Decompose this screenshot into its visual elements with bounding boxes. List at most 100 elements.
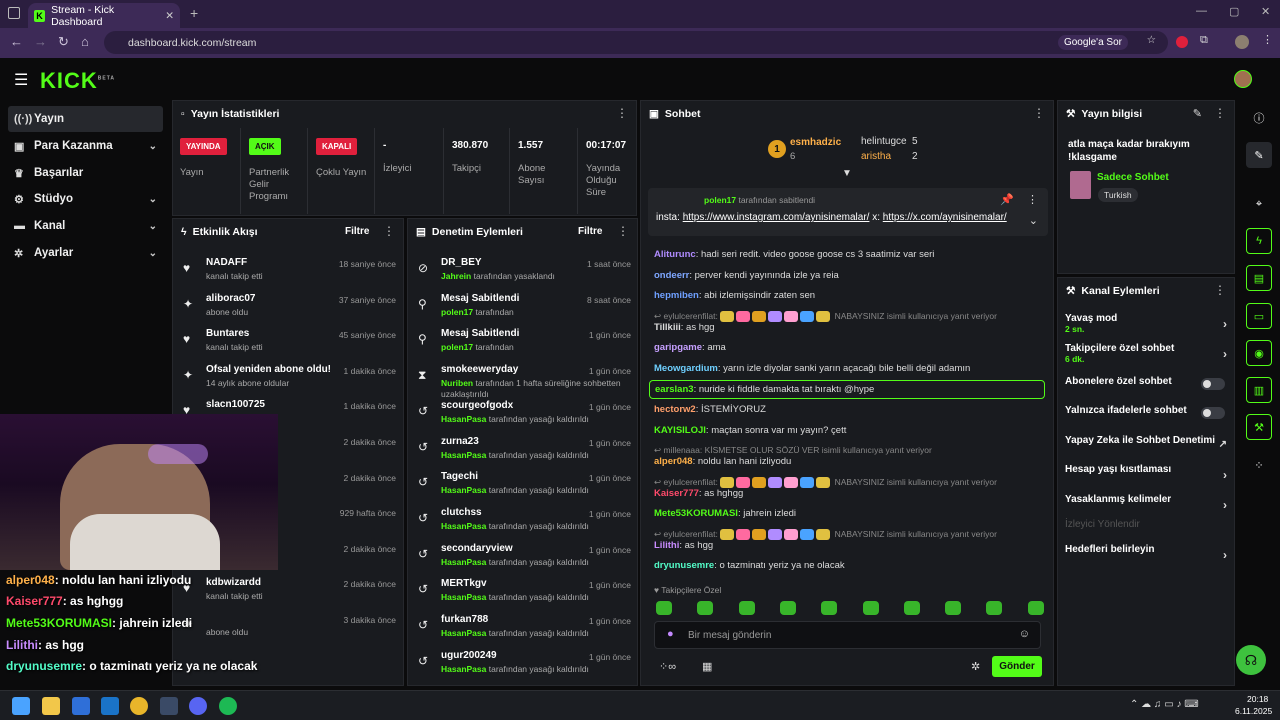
chat-message[interactable]: garipgame: ama xyxy=(654,342,726,353)
chat-username[interactable]: Tillkiii xyxy=(654,322,681,333)
user-avatar[interactable] xyxy=(1234,70,1252,88)
activity-menu-icon[interactable]: ⋮ xyxy=(383,224,395,238)
toggle-switch[interactable] xyxy=(1201,407,1225,419)
tab-list-icon[interactable] xyxy=(8,7,20,19)
emote-icon[interactable] xyxy=(821,601,838,615)
moderation-item[interactable]: ↺ clutchss HasanPasa tarafından yasağı kal… xyxy=(416,507,631,541)
tools-icon[interactable]: ⚒ xyxy=(1246,414,1272,440)
layout-icon[interactable]: ▥ xyxy=(1246,377,1272,403)
activity-item[interactable]: ♥ NADAFF kanalı takip etti 18 saniye önce xyxy=(181,257,396,291)
close-window-icon[interactable]: ✕ xyxy=(1261,5,1270,18)
pinned-menu-icon[interactable]: ⋮ xyxy=(1027,193,1038,206)
emote-icon[interactable] xyxy=(862,601,879,615)
chat-message[interactable]: hepmiben: abi izlemişsindir zaten sen xyxy=(654,290,815,301)
leader-name[interactable]: esmhadzic xyxy=(790,137,841,148)
channel-action-item[interactable]: Yapay Zeka ile Sohbet Denetimi ↗ xyxy=(1065,435,1233,461)
chat-message[interactable]: KAYISILOJI: maçtan sonra var mı yayın? ç… xyxy=(654,425,846,436)
edit-icon[interactable]: ✎ xyxy=(1246,142,1272,168)
sidebar-item-ayarlar[interactable]: ✲ Ayarlar ⌄ xyxy=(8,240,163,266)
activity-item[interactable]: ♥ Buntares kanalı takip etti 45 saniye önce xyxy=(181,328,396,362)
chat-message[interactable]: ondeerr: perver kendi yayınında izle ya … xyxy=(654,270,839,281)
activity-item[interactable]: ♥ kdbwizardd kanalı takip etti 2 dakika önc… xyxy=(181,577,396,611)
chat-input[interactable]: ● Bir mesaj gönderin ☺ xyxy=(654,621,1041,649)
chat-username[interactable]: Mete53KORUMASI xyxy=(654,508,738,519)
chat-message[interactable]: Kaiser777: as hghgg xyxy=(654,488,743,499)
activity-item[interactable]: ✦ Ofsal yeniden abone oldu! 14 aylık abone… xyxy=(181,364,396,398)
chat-username[interactable]: dryunusemre xyxy=(654,560,714,571)
sidebar-item-basarilar[interactable]: ♛ Başarılar xyxy=(8,160,163,186)
emote-icon[interactable] xyxy=(1027,601,1044,615)
chat-message[interactable]: Aliturunc: hadi seri redit. video goose … xyxy=(654,249,934,260)
chat-tools-icon[interactable]: ⁘∞ xyxy=(659,660,676,673)
chat-message[interactable]: alper048: noldu lan hani izliyodu xyxy=(654,456,791,467)
channel-actions-menu-icon[interactable]: ⋮ xyxy=(1214,283,1226,297)
toggle-switch[interactable] xyxy=(1201,378,1225,390)
chat-settings-icon[interactable]: ✲ xyxy=(971,660,980,673)
send-button[interactable]: Gönder xyxy=(992,656,1042,677)
chat-username[interactable]: garipgame xyxy=(654,342,702,353)
store-icon[interactable]: ▦ xyxy=(702,660,712,673)
channel-action-item[interactable]: Hesap yaşı kısıtlaması › xyxy=(1065,464,1233,490)
sidebar-item-kanal[interactable]: ▬ Kanal ⌄ xyxy=(8,213,163,239)
capture-icon[interactable]: ⌖ xyxy=(1246,191,1272,217)
emote-icon[interactable] xyxy=(656,601,672,615)
chat-message[interactable]: hectorw2: İSTEMİYORUZ xyxy=(654,404,766,415)
emote-icon[interactable] xyxy=(738,601,755,615)
file-explorer-icon[interactable] xyxy=(42,697,60,715)
moderation-item[interactable]: ↺ ugur200249 HasanPasa tarafından yasağı k… xyxy=(416,650,631,684)
minimize-icon[interactable]: — xyxy=(1196,5,1207,17)
moderation-item[interactable]: ↺ scourgeofgodx HasanPasa tarafından yasağ… xyxy=(416,400,631,434)
chat-message[interactable]: Tillkiii: as hgg xyxy=(654,322,715,333)
steam-icon[interactable] xyxy=(160,697,178,715)
maximize-icon[interactable]: ▢ xyxy=(1229,5,1239,18)
chat-message[interactable]: Meowgardium: yarın izle diyolar sanki ya… xyxy=(654,363,970,374)
profile-avatar[interactable] xyxy=(1235,35,1249,49)
chrome-icon[interactable] xyxy=(130,697,148,715)
collapse-chevron-icon[interactable]: ▼ xyxy=(842,168,852,179)
moderation-menu-icon[interactable]: ⋮ xyxy=(617,224,629,238)
discord-icon[interactable] xyxy=(189,697,207,715)
lightning-icon[interactable]: ϟ xyxy=(1246,228,1272,254)
sidebar-item-studyo[interactable]: ⚙ Stüdyo ⌄ xyxy=(8,186,163,212)
stats-menu-icon[interactable]: ⋮ xyxy=(616,106,628,120)
emote-icon[interactable] xyxy=(903,601,920,615)
chat-menu-icon[interactable]: ⋮ xyxy=(1033,106,1045,120)
info-icon[interactable]: ⓘ xyxy=(1246,105,1272,131)
clock-time[interactable]: 20:18 xyxy=(1247,694,1268,704)
chat-username[interactable]: Aliturunc xyxy=(654,249,696,260)
windows-start-icon[interactable] xyxy=(12,697,30,715)
chat-username[interactable]: hectorw2 xyxy=(654,404,696,415)
forward-icon[interactable]: → xyxy=(34,34,47,49)
back-icon[interactable]: ← xyxy=(10,34,23,49)
tab-close-icon[interactable]: ✕ xyxy=(165,10,174,22)
moderation-item[interactable]: ⚲ Mesaj Sabitlendi polen17 tarafından 1 gün… xyxy=(416,328,631,362)
chat-message[interactable]: Mete53KORUMASI: jahrein izledi xyxy=(654,508,796,519)
reload-icon[interactable]: ↻ xyxy=(58,34,69,50)
spotify-icon[interactable] xyxy=(219,697,237,715)
url-field[interactable]: dashboard.kick.com/stream Google'a Sor ☆ xyxy=(104,31,1168,54)
chat-message[interactable]: earslan3: nuride ki fiddle damakta tat b… xyxy=(649,380,1045,399)
channel-action-item[interactable]: Yalnızca ifadelerle sohbet xyxy=(1065,405,1233,431)
chat-username[interactable]: alper048 xyxy=(654,456,693,467)
reply-context[interactable]: ↩ eylulcerenfilat: NABAYSINIZ isimli kul… xyxy=(654,529,997,540)
clock-date[interactable]: 6.11.2025 xyxy=(1235,706,1272,716)
reply-context[interactable]: ↩ eylulcerenfilat: NABAYSINIZ isimli kul… xyxy=(654,311,997,322)
chat-bubble-icon[interactable]: ▭ xyxy=(1246,303,1272,329)
chat-username[interactable]: earslan3 xyxy=(655,384,694,395)
home-icon[interactable]: ⌂ xyxy=(81,34,89,49)
activity-item[interactable]: ✦ aliborac07 abone oldu 37 saniye önce xyxy=(181,293,396,327)
reply-context[interactable]: ↩ eylulcerenfilat: NABAYSINIZ isimli kul… xyxy=(654,477,997,488)
browser-menu-icon[interactable]: ⋮ xyxy=(1262,33,1273,46)
browser-tab[interactable]: K Stream - Kick Dashboard ✕ xyxy=(28,3,180,28)
mic-icon[interactable]: ● xyxy=(667,628,674,640)
emote-icon[interactable] xyxy=(986,601,1003,615)
chat-username[interactable]: Meowgardium xyxy=(654,363,718,374)
pinned-link-instagram[interactable]: https://www.instagram.com/aynisinemalar/ xyxy=(683,212,870,223)
moderation-item[interactable]: ↺ Tagechi HasanPasa tarafından yasağı kald… xyxy=(416,471,631,505)
moderation-item[interactable]: ↺ furkan788 HasanPasa tarafından yasağı ka… xyxy=(416,614,631,648)
leader-name[interactable]: aristha xyxy=(861,151,891,162)
activity-item[interactable]: ✦ abone oldu 3 dakika önce xyxy=(181,613,396,647)
broadcast-icon[interactable]: ◉ xyxy=(1246,340,1272,366)
hamburger-icon[interactable]: ☰ xyxy=(14,70,28,90)
chat-username[interactable]: Kaiser777 xyxy=(654,488,699,499)
